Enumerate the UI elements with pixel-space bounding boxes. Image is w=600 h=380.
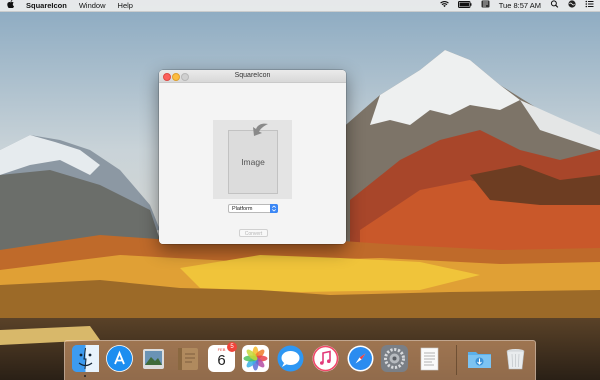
- preview-icon[interactable]: [140, 345, 167, 372]
- calendar-badge: 5: [227, 342, 237, 352]
- input-source-icon[interactable]: [481, 0, 490, 11]
- window-content: Image Platform Convert: [159, 83, 346, 244]
- finder-icon[interactable]: [72, 345, 99, 372]
- notes-book-icon[interactable]: [174, 345, 201, 372]
- app-store-icon[interactable]: [106, 345, 133, 372]
- textedit-icon[interactable]: [416, 345, 443, 372]
- dock: FEB 6 5: [64, 340, 536, 380]
- messages-icon[interactable]: [277, 345, 304, 372]
- notification-center-icon[interactable]: [585, 0, 594, 11]
- menu-bar: SquareIcon Window Help Tue 8:57 AM: [0, 0, 600, 12]
- safari-icon[interactable]: [347, 345, 374, 372]
- drop-arrow-icon: [253, 123, 268, 136]
- siri-icon[interactable]: [568, 0, 576, 11]
- image-drop-area[interactable]: Image: [213, 120, 292, 199]
- calendar-icon[interactable]: FEB 6 5: [208, 342, 237, 372]
- downloads-folder-icon[interactable]: [466, 345, 493, 372]
- platform-select[interactable]: Platform: [228, 204, 278, 213]
- window-titlebar[interactable]: SquareIcon: [159, 70, 346, 83]
- wifi-icon[interactable]: [439, 0, 449, 11]
- convert-button[interactable]: Convert: [239, 229, 268, 237]
- system-preferences-icon[interactable]: [381, 345, 408, 372]
- squareicon-window: SquareIcon Image Platform Convert: [159, 70, 346, 244]
- battery-icon[interactable]: [457, 0, 472, 11]
- image-placeholder: Image: [228, 130, 278, 194]
- window-menu[interactable]: Window: [79, 0, 106, 11]
- spotlight-search-icon[interactable]: [550, 0, 559, 11]
- calendar-day: 6: [217, 352, 226, 369]
- dock-separator: [456, 345, 457, 375]
- app-menu[interactable]: SquareIcon: [26, 0, 67, 11]
- trash-icon[interactable]: [502, 345, 529, 372]
- image-placeholder-label: Image: [241, 157, 265, 167]
- clock[interactable]: Tue 8:57 AM: [499, 0, 541, 11]
- chevron-updown-icon: [270, 204, 278, 213]
- photos-icon[interactable]: [242, 345, 269, 372]
- window-title: SquareIcon: [234, 72, 271, 79]
- apple-menu-icon[interactable]: [7, 0, 14, 11]
- platform-select-value: Platform: [232, 206, 253, 212]
- help-menu[interactable]: Help: [118, 0, 133, 11]
- itunes-icon[interactable]: [312, 345, 339, 372]
